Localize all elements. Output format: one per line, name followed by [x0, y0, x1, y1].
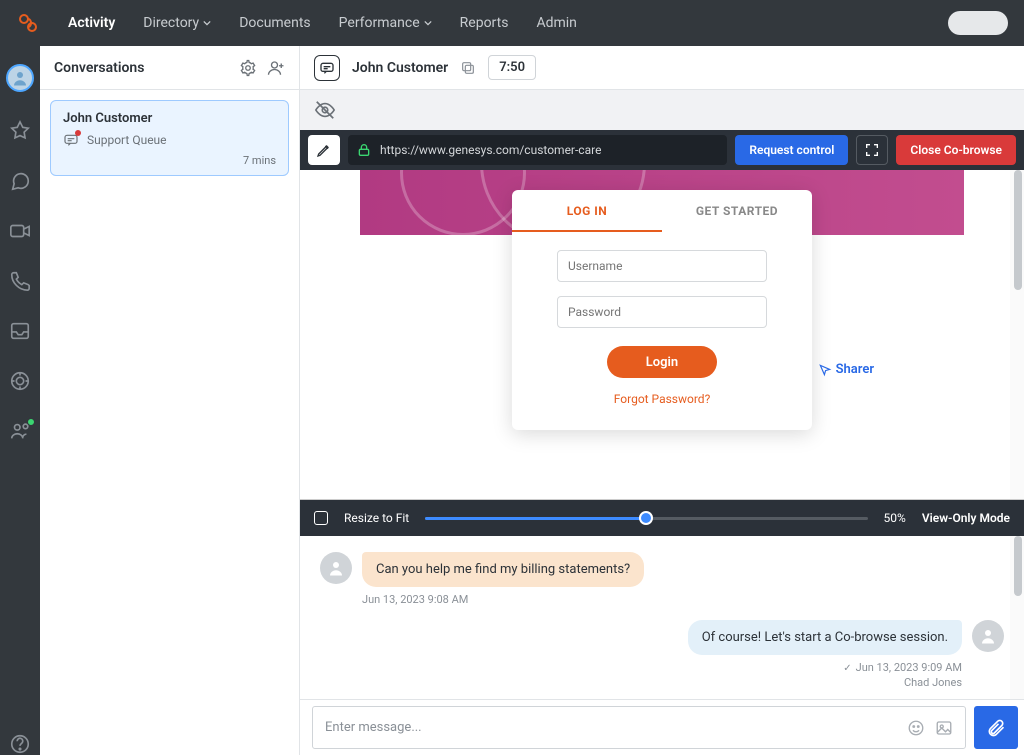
- emoji-icon[interactable]: [907, 719, 925, 737]
- login-card: LOG IN GET STARTED Login Forgot Password…: [512, 190, 812, 430]
- cobrowse-mode-label: View-Only Mode: [922, 511, 1010, 525]
- sharer-cursor-label: Sharer: [818, 362, 874, 377]
- add-person-icon[interactable]: [267, 59, 285, 77]
- rail-phone-icon[interactable]: [9, 270, 31, 292]
- nav-admin[interactable]: Admin: [526, 15, 586, 31]
- message-composer: Enter message...: [300, 699, 1024, 755]
- zoom-percent: 50%: [884, 511, 906, 525]
- url-bar: https://www.genesys.com/customer-care: [348, 135, 727, 165]
- message-input-placeholder: Enter message...: [325, 720, 897, 735]
- conversation-card[interactable]: John Customer Support Queue 7 mins: [50, 100, 289, 176]
- password-input[interactable]: [557, 296, 767, 328]
- cobrowse-strip: [300, 90, 1024, 130]
- customer-avatar: [320, 552, 352, 584]
- message-icon: [314, 55, 340, 81]
- nav-performance[interactable]: Performance: [329, 15, 442, 31]
- left-rail: [0, 46, 40, 755]
- conversation-card-time: 7 mins: [63, 154, 276, 167]
- outgoing-message: Of course! Let's start a Co-browse sessi…: [688, 620, 962, 655]
- message-icon: [63, 132, 79, 148]
- copy-icon[interactable]: [460, 60, 476, 76]
- conversations-panel: Conversations John Customer Support Queu…: [40, 46, 300, 755]
- conversation-header: John Customer 7:50: [300, 46, 1024, 90]
- chevron-down-icon: [424, 19, 432, 27]
- chevron-down-icon: [203, 19, 211, 27]
- forgot-password-link[interactable]: Forgot Password?: [614, 392, 710, 406]
- search-input[interactable]: [948, 11, 1008, 35]
- cobrowse-zoom-strip: Resize to Fit 50% View-Only Mode: [300, 500, 1024, 536]
- rail-help-icon[interactable]: [9, 733, 31, 755]
- conversation-card-name: John Customer: [63, 111, 276, 126]
- nav-directory[interactable]: Directory: [133, 15, 221, 31]
- gear-icon[interactable]: [239, 59, 257, 77]
- rail-chat-icon[interactable]: [9, 170, 31, 192]
- conversation-customer-name: John Customer: [352, 60, 448, 76]
- get-started-tab[interactable]: GET STARTED: [662, 190, 812, 232]
- rail-cobrowse-icon[interactable]: [9, 420, 31, 442]
- cobrowse-preview: LOG IN GET STARTED Login Forgot Password…: [300, 170, 1024, 500]
- nav-activity[interactable]: Activity: [58, 15, 125, 31]
- lock-icon: [356, 142, 372, 158]
- nav-reports[interactable]: Reports: [450, 15, 519, 31]
- username-input[interactable]: [557, 250, 767, 282]
- rail-profile-avatar[interactable]: [6, 64, 34, 92]
- image-icon[interactable]: [935, 719, 953, 737]
- rail-video-icon[interactable]: [9, 220, 31, 242]
- resize-to-fit-label: Resize to Fit: [344, 511, 409, 525]
- conversations-title: Conversations: [54, 60, 229, 76]
- incoming-timestamp: Jun 13, 2023 9:08 AM: [362, 593, 1004, 606]
- chat-transcript: Can you help me find my billing statemen…: [300, 536, 1024, 699]
- attach-button[interactable]: [974, 706, 1018, 749]
- resize-to-fit-checkbox[interactable]: [314, 511, 328, 525]
- edit-button[interactable]: [308, 135, 340, 165]
- request-control-button[interactable]: Request control: [735, 135, 848, 165]
- agent-avatar: [972, 620, 1004, 652]
- incoming-message: Can you help me find my billing statemen…: [362, 552, 644, 587]
- rail-support-icon[interactable]: [9, 370, 31, 392]
- outgoing-timestamp: ✓Jun 13, 2023 9:09 AM: [320, 661, 962, 674]
- message-input[interactable]: Enter message...: [312, 706, 966, 749]
- cobrowse-toolbar: https://www.genesys.com/customer-care Re…: [300, 130, 1024, 170]
- close-cobrowse-button[interactable]: Close Co-browse: [896, 135, 1016, 165]
- nav-documents[interactable]: Documents: [229, 15, 320, 31]
- brand-logo-icon: [16, 11, 40, 35]
- rail-favorites-icon[interactable]: [9, 120, 31, 142]
- fullscreen-button[interactable]: [856, 135, 888, 165]
- login-button[interactable]: Login: [607, 346, 717, 378]
- zoom-slider[interactable]: [425, 517, 867, 520]
- visibility-off-icon[interactable]: [314, 99, 336, 121]
- rail-inbox-icon[interactable]: [9, 320, 31, 342]
- top-nav: Activity Directory Documents Performance…: [0, 0, 1024, 46]
- url-text: https://www.genesys.com/customer-care: [380, 143, 601, 157]
- login-tab[interactable]: LOG IN: [512, 190, 662, 232]
- agent-name: Chad Jones: [320, 676, 962, 689]
- conversation-card-queue: Support Queue: [87, 133, 167, 147]
- conversation-timer: 7:50: [488, 55, 536, 80]
